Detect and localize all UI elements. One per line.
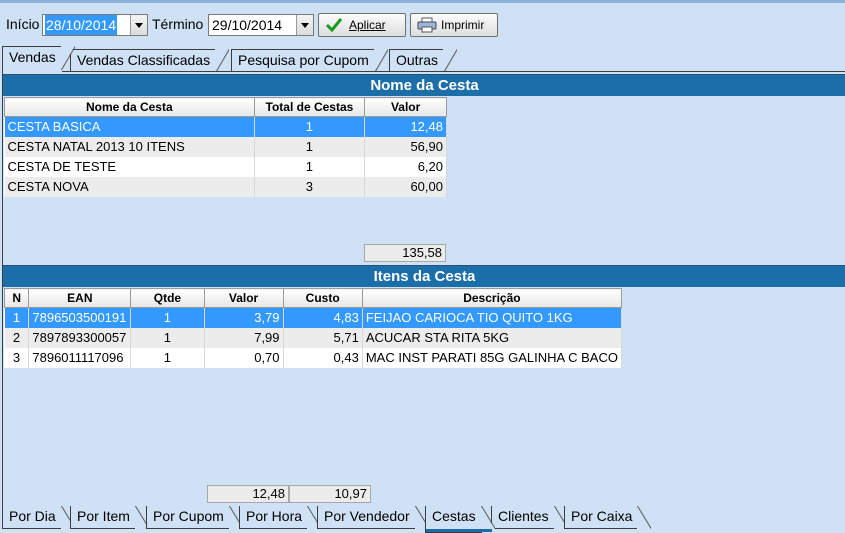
table-row[interactable]: CESTA DE TESTE 1 6,20 — [4, 156, 447, 177]
end-date-value[interactable]: 29/10/2014 — [211, 15, 283, 35]
end-date-dropdown-icon[interactable] — [296, 15, 313, 35]
col-header-n[interactable]: N — [3, 288, 30, 308]
tab-por-cupom[interactable]: Por Cupom — [146, 506, 243, 529]
tab-por-item[interactable]: Por Item — [70, 506, 149, 529]
item-description-cell: FEIJAO CARIOCA TIO QUITO 1KG — [362, 307, 623, 328]
item-qty-cell: 1 — [130, 327, 205, 348]
items-total-cost: 10,97 — [289, 485, 371, 503]
tab-por-dia-label: Por Dia — [9, 508, 56, 524]
table-row[interactable]: CESTA NOVA 3 60,00 — [4, 176, 447, 197]
end-date-label: Término — [152, 16, 204, 32]
item-description-cell: ACUCAR STA RITA 5KG — [362, 327, 623, 348]
tab-vendas[interactable]: Vendas — [2, 46, 75, 73]
item-cost-cell: 4,83 — [283, 307, 363, 328]
tab-por-caixa-label: Por Caixa — [571, 508, 633, 524]
table-row[interactable]: 2 7897893300057 1 7,99 5,71 ACUCAR STA R… — [4, 327, 623, 348]
item-value-cell: 7,99 — [204, 327, 284, 348]
start-date-dropdown-icon[interactable] — [130, 15, 147, 35]
item-n-cell: 2 — [4, 327, 30, 348]
tab-cestas-label: Cestas — [432, 508, 476, 524]
basket-value-cell: 12,48 — [364, 116, 447, 137]
end-date-picker[interactable]: 29/10/2014 — [208, 14, 314, 36]
bottom-tab-bar: Por Dia Por Item Por Cupom Por Hora Por … — [0, 506, 845, 533]
basket-name-cell: CESTA NATAL 2013 10 ITENS — [4, 136, 255, 157]
tab-clientes[interactable]: Clientes — [491, 506, 568, 529]
items-section-header: Itens da Cesta — [3, 265, 845, 287]
print-button-label: Imprimir — [441, 18, 485, 32]
col-header-value[interactable]: Valor — [364, 97, 447, 117]
basket-count-cell: 1 — [254, 156, 366, 177]
basket-value-cell: 56,90 — [364, 136, 447, 157]
tab-outras-label: Outras — [396, 52, 439, 68]
tab-por-hora-label: Por Hora — [246, 508, 303, 524]
apply-button[interactable]: Aplicar — [318, 13, 406, 37]
item-description-cell: MAC INST PARATI 85G GALINHA C BACO — [362, 347, 623, 368]
col-header-descricao[interactable]: Descrição — [361, 288, 623, 308]
baskets-total-value: 135,58 — [364, 244, 446, 262]
tab-pesquisa-por-cupom[interactable]: Pesquisa por Cupom — [231, 49, 388, 73]
item-value-cell: 3,79 — [204, 307, 284, 328]
window-top-border — [0, 0, 845, 3]
tab-outras[interactable]: Outras — [389, 49, 458, 73]
basket-name-cell: CESTA DE TESTE — [4, 156, 255, 177]
item-cost-cell: 0,43 — [283, 347, 363, 368]
baskets-section-header: Nome da Cesta — [3, 74, 845, 96]
table-row[interactable]: CESTA NATAL 2013 10 ITENS 1 56,90 — [4, 136, 447, 157]
item-ean-cell: 7896503500191 — [28, 307, 132, 328]
col-header-ean[interactable]: EAN — [28, 288, 132, 308]
tab-por-vendedor[interactable]: Por Vendedor — [317, 506, 429, 529]
tab-por-dia[interactable]: Por Dia — [2, 506, 75, 529]
vendas-panel: Nome da Cesta Nome da Cesta Total de Ces… — [2, 71, 845, 508]
item-qty-cell: 1 — [130, 347, 205, 368]
tab-por-caixa[interactable]: Por Caixa — [564, 506, 652, 529]
check-icon — [325, 18, 343, 33]
col-header-total-baskets[interactable]: Total de Cestas — [253, 97, 366, 117]
printer-icon — [417, 17, 437, 33]
tab-vendas-classificadas-label: Vendas Classificadas — [77, 52, 211, 68]
tab-por-hora[interactable]: Por Hora — [239, 506, 322, 529]
tab-por-cupom-label: Por Cupom — [153, 508, 224, 524]
tab-vendas-classificadas[interactable]: Vendas Classificadas — [70, 49, 230, 73]
basket-value-cell: 6,20 — [364, 156, 447, 177]
items-table-header: N EAN Qtde Valor Custo Descrição — [3, 288, 623, 308]
tab-vendas-label: Vendas — [9, 49, 56, 65]
basket-count-cell: 3 — [254, 176, 366, 197]
apply-button-label: Aplicar — [349, 18, 386, 32]
table-row[interactable]: CESTA BASICA 1 12,48 — [4, 116, 447, 137]
col-header-valor[interactable]: Valor — [203, 288, 284, 308]
basket-value-cell: 60,00 — [364, 176, 447, 197]
items-total-value: 12,48 — [207, 485, 289, 503]
start-date-label: Início — [6, 16, 40, 32]
tab-clientes-label: Clientes — [498, 508, 549, 524]
tab-pesquisa-por-cupom-label: Pesquisa por Cupom — [238, 52, 369, 68]
print-button[interactable]: Imprimir — [410, 13, 498, 37]
start-date-picker[interactable]: 28/10/2014 — [42, 14, 148, 36]
tab-por-vendedor-label: Por Vendedor — [324, 508, 410, 524]
col-header-custo[interactable]: Custo — [282, 288, 363, 308]
basket-count-cell: 1 — [254, 136, 366, 157]
item-n-cell: 1 — [4, 307, 30, 328]
item-n-cell: 3 — [4, 347, 30, 368]
top-tab-bar: Vendas Vendas Classificadas Pesquisa por… — [0, 44, 845, 73]
item-cost-cell: 5,71 — [283, 327, 363, 348]
basket-count-cell: 1 — [254, 116, 366, 137]
item-ean-cell: 7896011117096 — [28, 347, 132, 368]
tab-cestas[interactable]: Cestas — [425, 506, 495, 533]
basket-name-cell: CESTA BASICA — [4, 116, 255, 137]
baskets-table-header: Nome da Cesta Total de Cestas Valor — [4, 97, 447, 117]
col-header-basket-name[interactable]: Nome da Cesta — [4, 97, 255, 117]
item-value-cell: 0,70 — [204, 347, 284, 368]
basket-name-cell: CESTA NOVA — [4, 176, 255, 197]
items-table[interactable]: N EAN Qtde Valor Custo Descrição 1 78965… — [3, 288, 623, 368]
tab-por-item-label: Por Item — [77, 508, 130, 524]
col-header-qtde[interactable]: Qtde — [130, 288, 205, 308]
start-date-value[interactable]: 28/10/2014 — [45, 15, 118, 35]
table-row[interactable]: 1 7896503500191 1 3,79 4,83 FEIJAO CARIO… — [4, 307, 623, 328]
baskets-table[interactable]: Nome da Cesta Total de Cestas Valor CEST… — [4, 97, 447, 197]
table-row[interactable]: 3 7896011117096 1 0,70 0,43 MAC INST PAR… — [4, 347, 623, 368]
item-ean-cell: 7897893300057 — [28, 327, 132, 348]
item-qty-cell: 1 — [130, 307, 205, 328]
